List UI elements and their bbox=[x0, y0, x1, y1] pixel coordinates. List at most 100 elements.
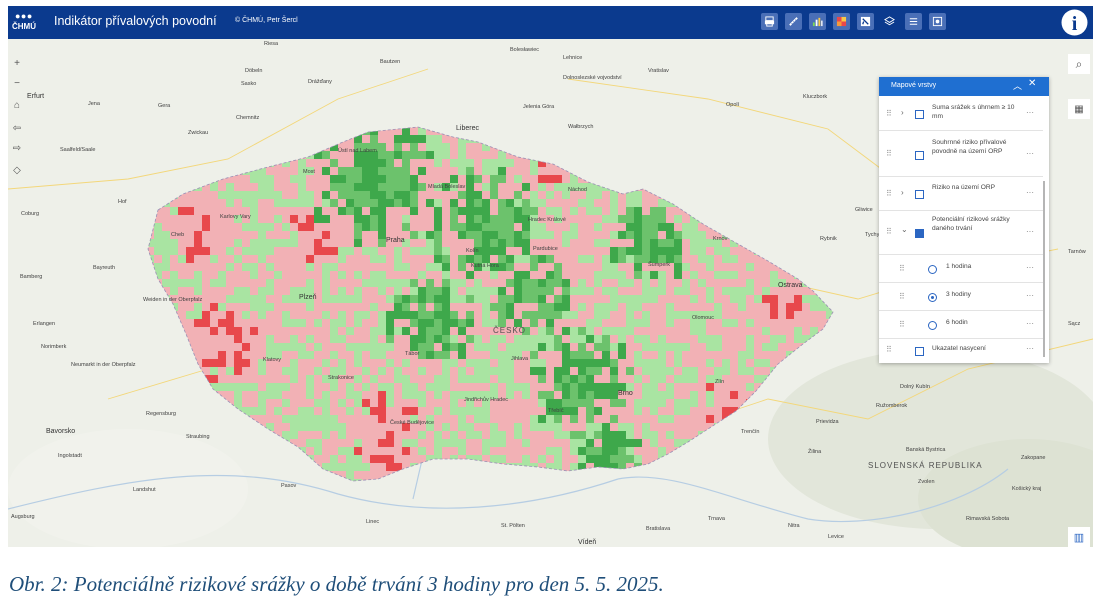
risk-cell bbox=[546, 415, 554, 423]
layer-item-precip-sum[interactable]: ⠿ › Suma srážek s úhrnem ≥ 10 mm ··· bbox=[879, 96, 1043, 131]
layer-item-orp-risk[interactable]: ⠿ › Riziko na území ORP ··· bbox=[879, 177, 1043, 211]
risk-cell bbox=[450, 207, 458, 215]
basemap-button[interactable] bbox=[929, 13, 946, 30]
risk-cell bbox=[554, 231, 562, 239]
risk-cell bbox=[674, 407, 682, 415]
more-options-icon[interactable]: ··· bbox=[1026, 263, 1034, 272]
map-view[interactable]: Riesa Bolesławiec Lehnice Vratislav Sasko Döb… bbox=[8, 39, 1093, 547]
layer-item-3-hours[interactable]: ⠿ 3 hodiny ··· bbox=[879, 283, 1043, 311]
risk-cell bbox=[266, 263, 274, 271]
home-button[interactable]: ⌂ bbox=[10, 98, 24, 112]
layer-item-6-hours[interactable]: ⠿ 6 hodin ··· bbox=[879, 311, 1043, 339]
more-options-icon[interactable]: ··· bbox=[1026, 319, 1034, 328]
risk-cell bbox=[226, 271, 234, 279]
drag-handle-icon[interactable]: ⠿ bbox=[899, 264, 905, 273]
risk-cell bbox=[706, 271, 714, 279]
risk-cell bbox=[354, 167, 362, 175]
risk-cell bbox=[746, 359, 754, 367]
panel-scrollbar[interactable] bbox=[1043, 181, 1045, 357]
risk-cell bbox=[370, 295, 378, 303]
chart-button[interactable] bbox=[809, 13, 826, 30]
zoom-out-button[interactable]: − bbox=[10, 76, 24, 90]
risk-cell bbox=[458, 407, 466, 415]
duration-radio[interactable] bbox=[928, 321, 937, 330]
risk-cell bbox=[322, 455, 330, 463]
risk-cell bbox=[242, 255, 250, 263]
zoom-in-button[interactable]: + bbox=[10, 56, 24, 70]
drag-handle-icon[interactable]: ⠿ bbox=[899, 320, 905, 329]
drag-handle-icon[interactable]: ⠿ bbox=[899, 292, 905, 301]
layer-item-overall-risk[interactable]: ⠿ Souhrnné riziko přívalové povodně na ú… bbox=[879, 131, 1043, 177]
risk-cell bbox=[338, 287, 346, 295]
risk-cell bbox=[738, 311, 746, 319]
basemap-gallery-button[interactable]: ▦ bbox=[1068, 99, 1090, 119]
risk-cell bbox=[322, 447, 330, 455]
plus-icon: + bbox=[14, 57, 20, 69]
place-label: Norimberk bbox=[41, 344, 67, 350]
more-options-icon[interactable]: ··· bbox=[1026, 291, 1034, 300]
print-button[interactable] bbox=[761, 13, 778, 30]
risk-cell bbox=[466, 407, 474, 415]
layer-checkbox[interactable] bbox=[915, 110, 924, 119]
risk-cell bbox=[298, 423, 306, 431]
legend-button[interactable] bbox=[833, 13, 850, 30]
risk-cell bbox=[522, 199, 530, 207]
chevron-down-icon[interactable]: ⌄ bbox=[901, 225, 908, 234]
risk-cell bbox=[698, 303, 706, 311]
risk-cell bbox=[578, 279, 586, 287]
layer-checkbox[interactable] bbox=[915, 151, 924, 160]
risk-cell bbox=[418, 263, 426, 271]
risk-cell bbox=[258, 383, 266, 391]
risk-cell bbox=[746, 319, 754, 327]
risk-cell bbox=[642, 287, 650, 295]
drag-handle-icon[interactable]: ⠿ bbox=[886, 227, 892, 236]
risk-cell bbox=[490, 343, 498, 351]
drag-handle-icon[interactable]: ⠿ bbox=[886, 149, 892, 158]
list-button[interactable] bbox=[905, 13, 922, 30]
risk-cell bbox=[506, 263, 514, 271]
expand-icon[interactable]: › bbox=[901, 108, 904, 117]
search-button[interactable]: ⌕ bbox=[1068, 54, 1090, 74]
risk-cell bbox=[530, 263, 538, 271]
risk-cell bbox=[498, 455, 506, 463]
layer-checkbox[interactable] bbox=[915, 190, 924, 199]
risk-cell bbox=[274, 367, 282, 375]
close-icon[interactable]: ✕ bbox=[1028, 78, 1036, 89]
info-button[interactable]: i bbox=[1060, 8, 1089, 37]
layer-checkbox[interactable] bbox=[915, 347, 924, 356]
risk-cell bbox=[346, 423, 354, 431]
forward-button[interactable]: ⇨ bbox=[10, 141, 24, 155]
layer-item-1-hour[interactable]: ⠿ 1 hodina ··· bbox=[879, 255, 1043, 283]
back-button[interactable]: ⇦ bbox=[10, 121, 24, 135]
risk-cell bbox=[298, 375, 306, 383]
collapse-icon[interactable]: ︿ bbox=[1013, 79, 1022, 92]
layer-checkbox-checked[interactable] bbox=[915, 229, 924, 238]
duration-radio-selected[interactable] bbox=[928, 293, 937, 302]
drag-handle-icon[interactable]: ⠿ bbox=[886, 109, 892, 118]
layers-button[interactable] bbox=[881, 13, 898, 30]
drag-handle-icon[interactable]: ⠿ bbox=[886, 345, 892, 354]
risk-cell bbox=[770, 327, 778, 335]
duration-radio[interactable] bbox=[928, 265, 937, 274]
risk-cell bbox=[266, 279, 274, 287]
more-options-icon[interactable]: ··· bbox=[1026, 344, 1034, 353]
attribute-table-button[interactable]: ▥ bbox=[1068, 527, 1090, 547]
layer-item-potential-risk[interactable]: ⠿ ⌄ Potenciální rizikové srážky daného t… bbox=[879, 211, 1043, 255]
risk-cell bbox=[370, 239, 378, 247]
locate-button[interactable]: ◇ bbox=[10, 163, 24, 177]
layer-item-saturation[interactable]: ⠿ Ukazatel nasycení ··· bbox=[879, 339, 1043, 361]
drag-handle-icon[interactable]: ⠿ bbox=[886, 189, 892, 198]
risk-cell bbox=[626, 455, 634, 463]
expand-icon[interactable]: › bbox=[901, 188, 904, 197]
place-label: Ingolstadt bbox=[58, 453, 82, 459]
more-options-icon[interactable]: ··· bbox=[1026, 188, 1034, 197]
more-options-icon[interactable]: ··· bbox=[1026, 149, 1034, 158]
more-options-icon[interactable]: ··· bbox=[1026, 108, 1034, 117]
select-button[interactable] bbox=[857, 13, 874, 30]
more-options-icon[interactable]: ··· bbox=[1026, 227, 1034, 236]
risk-cell bbox=[418, 239, 426, 247]
risk-cell bbox=[778, 335, 786, 343]
measure-button[interactable] bbox=[785, 13, 802, 30]
risk-cell bbox=[650, 327, 658, 335]
risk-cell bbox=[338, 175, 346, 183]
